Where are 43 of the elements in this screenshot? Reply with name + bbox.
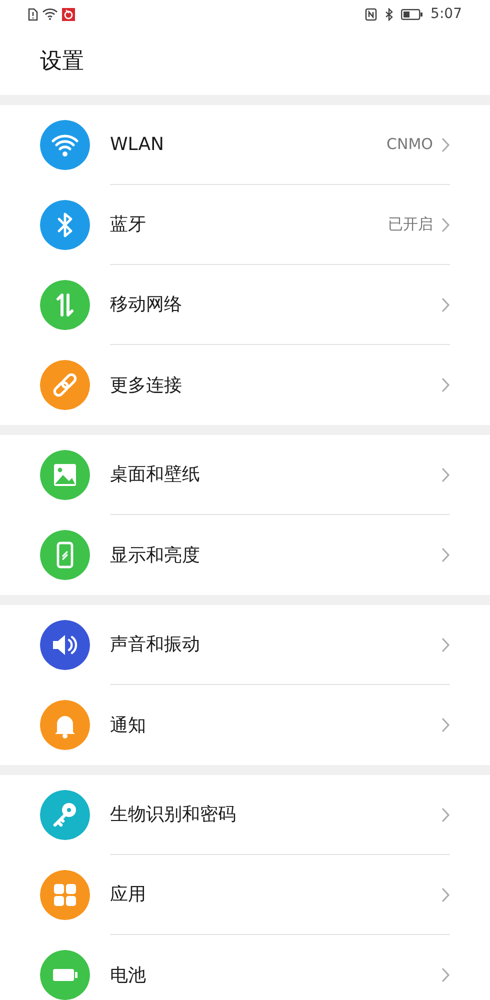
status-time: 5:07	[430, 4, 462, 24]
settings-item[interactable]: 通知	[0, 685, 490, 765]
chevron-icon	[441, 886, 450, 902]
chevron-icon	[441, 806, 450, 822]
settings-item[interactable]: 电池	[0, 935, 490, 1000]
settings-item[interactable]: 显示和亮度	[0, 515, 490, 595]
nfc-icon	[364, 8, 377, 20]
item-value: 已开启	[388, 214, 433, 236]
sim-alert-icon	[28, 8, 38, 20]
bluetooth-icon	[384, 8, 393, 20]
item-label: 显示和亮度	[110, 544, 201, 568]
page-title: 设置	[40, 48, 84, 76]
item-label: 桌面和壁纸	[110, 463, 201, 487]
chevron-icon	[441, 547, 450, 563]
chevron-icon	[441, 296, 450, 312]
chevron-icon	[441, 967, 450, 983]
settings-item[interactable]: WLAN CNMO	[0, 105, 490, 185]
battery-icon	[400, 8, 423, 20]
settings-item[interactable]: 生物识别和密码	[0, 775, 490, 855]
settings-item[interactable]: 桌面和壁纸	[0, 435, 490, 515]
item-label: 移动网络	[110, 293, 183, 317]
settings-item[interactable]: 更多连接	[0, 345, 490, 425]
chevron-icon	[441, 136, 450, 152]
item-label: 蓝牙	[110, 213, 147, 237]
item-label: 电池	[110, 964, 147, 988]
chevron-icon	[441, 377, 450, 393]
item-label: 生物识别和密码	[110, 803, 237, 827]
item-label: 声音和振动	[110, 633, 201, 657]
chevron-icon	[441, 466, 450, 482]
chevron-icon	[441, 216, 450, 232]
settings-item[interactable]: 蓝牙 已开启	[0, 185, 490, 265]
item-value: CNMO	[386, 134, 433, 156]
item-label: WLAN	[110, 133, 166, 157]
app-notification-icon	[62, 8, 75, 20]
chevron-icon	[441, 717, 450, 733]
chevron-icon	[441, 636, 450, 652]
settings-item[interactable]: 移动网络	[0, 265, 490, 345]
item-label: 通知	[110, 714, 147, 738]
item-label: 更多连接	[110, 374, 183, 398]
item-label: 应用	[110, 883, 147, 907]
settings-item[interactable]: 应用	[0, 855, 490, 935]
settings-item[interactable]: 声音和振动	[0, 605, 490, 685]
wifi-icon	[42, 8, 58, 20]
